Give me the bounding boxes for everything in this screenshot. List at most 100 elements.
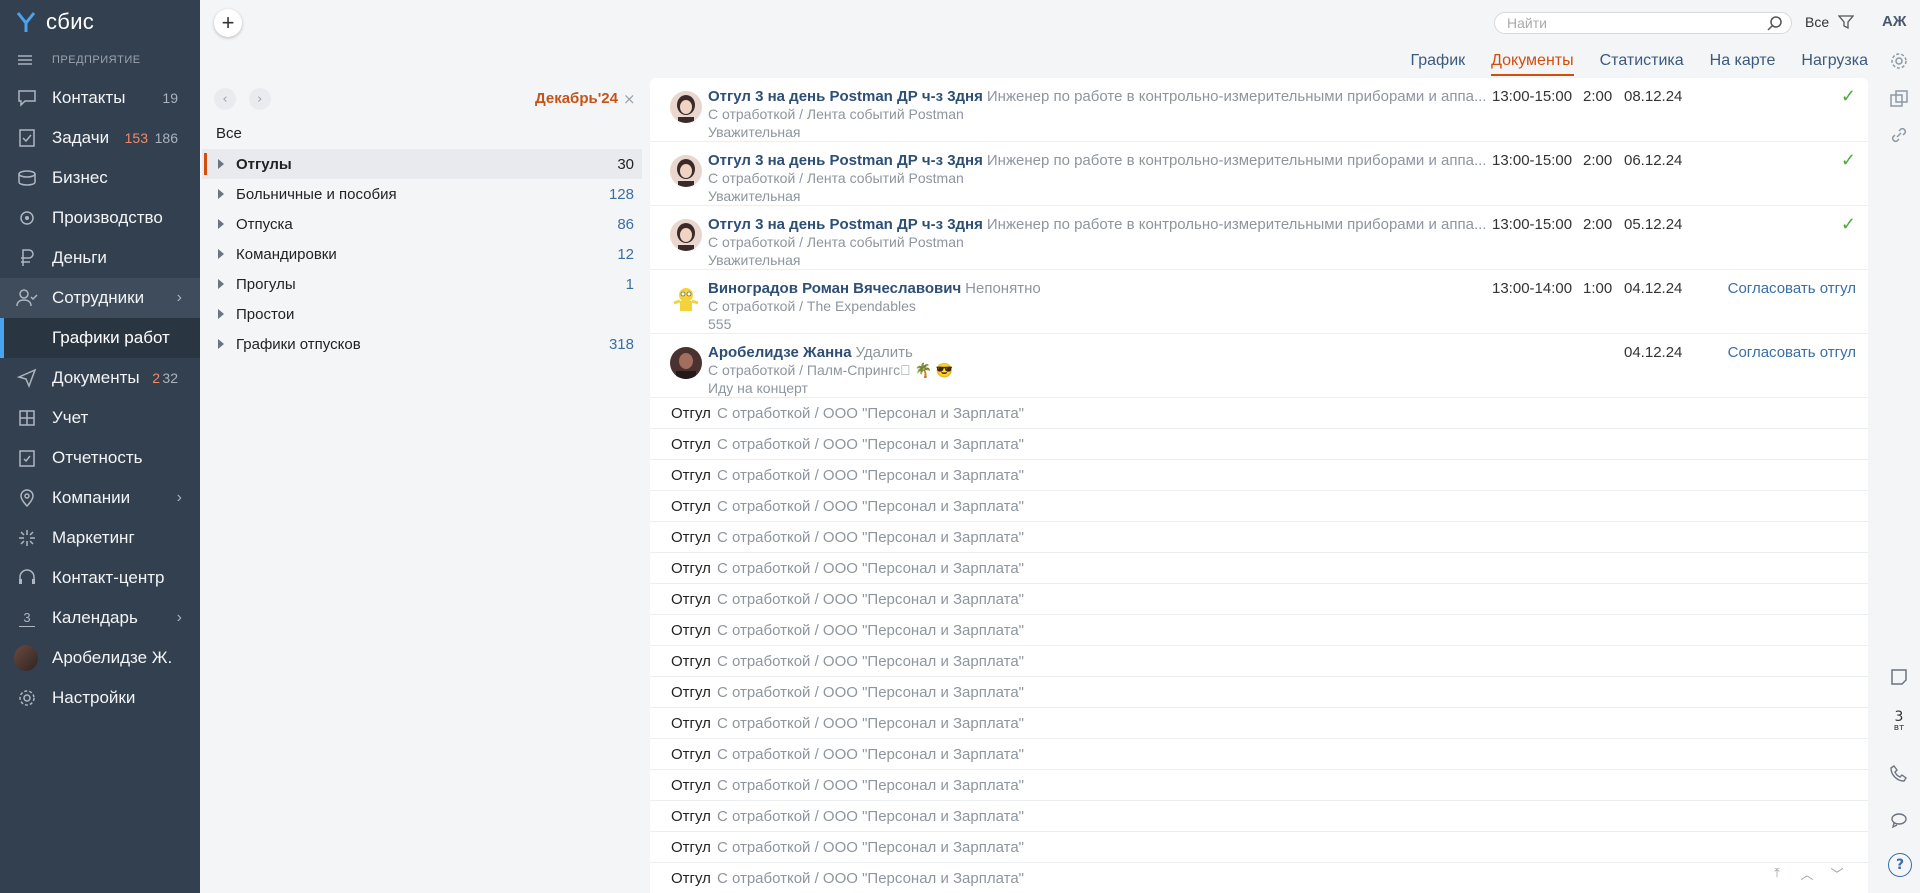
expand-icon[interactable]: [218, 249, 224, 259]
sidebar-subitem-schedules[interactable]: Графики работ: [0, 318, 200, 358]
item-type: Отгул: [671, 838, 711, 856]
sidebar-item-contacts[interactable]: Контакты 19: [0, 78, 200, 118]
document-row[interactable]: Отгул 3 на день Postman ДР ч-з 3дня Инжен…: [650, 78, 1868, 142]
tab-schedule[interactable]: График: [1410, 52, 1465, 76]
org-switcher[interactable]: ПРЕДПРИЯТИЕ: [18, 52, 141, 68]
sidebar-item-profile[interactable]: Аробелидзе Ж.: [0, 638, 200, 678]
tab-load[interactable]: Нагрузка: [1801, 52, 1868, 76]
tab-map[interactable]: На карте: [1710, 52, 1776, 76]
sidebar-item-calendar[interactable]: 3 Календарь ›: [0, 598, 200, 638]
list-item[interactable]: Отгул С отработкой / ООО "Персонал и Зарп…: [650, 708, 1868, 739]
search-icon[interactable]: [1767, 15, 1783, 31]
document-title-line: Отгул 3 на день Postman ДР ч-з 3дня Инжен…: [708, 88, 1486, 105]
sidebar-item-employees[interactable]: Сотрудники ›: [0, 278, 200, 318]
list-item[interactable]: Отгул С отработкой / ООО "Персонал и Зарп…: [650, 584, 1868, 615]
list-item[interactable]: Отгул С отработкой / ООО "Персонал и Зарп…: [650, 460, 1868, 491]
item-description: С отработкой / ООО "Персонал и Зарплата": [716, 652, 1024, 670]
group-item[interactable]: Прогулы 1: [202, 269, 642, 299]
logo[interactable]: сбис: [16, 9, 94, 34]
item-type: Отгул: [671, 621, 711, 639]
sidebar-item-reports[interactable]: Отчетность: [0, 438, 200, 478]
sidebar-item-label: Задачи: [52, 128, 110, 147]
note-icon[interactable]: [1888, 666, 1910, 688]
group-count: 30: [617, 155, 634, 173]
list-item[interactable]: Отгул С отработкой / ООО "Персонал и Зарп…: [650, 832, 1868, 863]
expand-icon[interactable]: [218, 189, 224, 199]
calendar-day-icon[interactable]: 3 вт: [1888, 710, 1910, 734]
list-item[interactable]: Отгул С отработкой / ООО "Персонал и Зарп…: [650, 739, 1868, 770]
filter-all-item[interactable]: Все: [216, 125, 242, 142]
next-period-button[interactable]: ›: [248, 88, 271, 110]
list-item[interactable]: Отгул С отработкой / ООО "Персонал и Зарп…: [650, 491, 1868, 522]
approve-leave-link[interactable]: Согласовать отгул: [1728, 280, 1856, 297]
gear-icon[interactable]: [1888, 50, 1910, 72]
filter-icon[interactable]: [1838, 14, 1854, 30]
document-row[interactable]: Отгул 3 на день Postman ДР ч-з 3дня Инжен…: [650, 142, 1868, 206]
tab-statistics[interactable]: Статистика: [1600, 52, 1684, 76]
approve-leave-link[interactable]: Согласовать отгул: [1728, 344, 1856, 361]
document-row[interactable]: Аробелидзе Жанна Удалить С отработкой / П…: [650, 334, 1868, 398]
sidebar-item-accounting[interactable]: Учет: [0, 398, 200, 438]
filter-label[interactable]: Все: [1805, 14, 1829, 30]
group-item[interactable]: Больничные и пособия 128: [202, 179, 642, 209]
group-item[interactable]: Простои: [202, 299, 642, 329]
employees-icon: [16, 287, 38, 309]
sidebar-item-label: Производство: [52, 208, 163, 227]
sidebar-item-business[interactable]: Бизнес: [0, 158, 200, 198]
expand-icon[interactable]: [218, 339, 224, 349]
expand-icon[interactable]: [218, 309, 224, 319]
close-icon[interactable]: ×: [623, 90, 636, 108]
count-badge: 186: [154, 130, 178, 146]
list-item[interactable]: Отгул С отработкой / ООО "Персонал и Зарп…: [650, 429, 1868, 460]
scroll-up-button[interactable]: ︿: [1792, 862, 1822, 884]
help-icon[interactable]: ?: [1888, 853, 1912, 877]
list-item[interactable]: Отгул С отработкой / ООО "Персонал и Зарп…: [650, 863, 1868, 893]
scroll-top-button[interactable]: ⤒: [1762, 862, 1792, 884]
expand-icon[interactable]: [218, 279, 224, 289]
sidebar-item-contact-center[interactable]: Контакт-центр: [0, 558, 200, 598]
tab-documents[interactable]: Документы: [1491, 52, 1574, 76]
sidebar-item-tasks[interactable]: Задачи 153 186: [0, 118, 200, 158]
expand-icon[interactable]: [218, 219, 224, 229]
chat-icon[interactable]: [1888, 809, 1910, 831]
link-icon[interactable]: [1888, 124, 1910, 146]
user-initials[interactable]: АЖ: [1882, 13, 1906, 30]
sidebar-item-money[interactable]: Деньги: [0, 238, 200, 278]
scroll-down-button[interactable]: ﹀: [1822, 862, 1852, 884]
menu-icon[interactable]: [18, 55, 32, 65]
sidebar-item-documents[interactable]: Документы 2 32: [0, 358, 200, 398]
sidebar-item-production[interactable]: Производство: [0, 198, 200, 238]
item-type: Отгул: [671, 404, 711, 422]
group-item[interactable]: Отпуска 86: [202, 209, 642, 239]
list-item[interactable]: Отгул С отработкой / ООО "Персонал и Зарп…: [650, 770, 1868, 801]
check-icon: ✓: [1840, 214, 1856, 234]
document-row[interactable]: Виноградов Роман Вячеславович Непонятно С…: [650, 270, 1868, 334]
group-item[interactable]: Отгулы 30: [202, 149, 642, 179]
group-item[interactable]: Командировки 12: [202, 239, 642, 269]
group-label: Больничные и пособия: [236, 185, 397, 203]
sidebar-item-marketing[interactable]: Маркетинг: [0, 518, 200, 558]
copy-icon[interactable]: [1888, 88, 1910, 110]
document-title: Виноградов Роман Вячеславович: [708, 280, 962, 297]
list-item[interactable]: Отгул С отработкой / ООО "Персонал и Зарп…: [650, 522, 1868, 553]
expand-icon[interactable]: [218, 159, 224, 169]
sidebar-item-label: Отчетность: [52, 448, 143, 467]
search-input[interactable]: [1507, 15, 1757, 31]
list-item[interactable]: Отгул С отработкой / ООО "Персонал и Зарп…: [650, 677, 1868, 708]
sidebar-item-companies[interactable]: Компании ›: [0, 478, 200, 518]
add-button[interactable]: +: [214, 9, 242, 37]
period-selector[interactable]: Декабрь'24: [535, 90, 618, 107]
list-item[interactable]: Отгул С отработкой / ООО "Персонал и Зарп…: [650, 646, 1868, 677]
list-item[interactable]: Отгул С отработкой / ООО "Персонал и Зарп…: [650, 398, 1868, 429]
phone-icon[interactable]: [1888, 762, 1910, 784]
calendar-weekday: вт: [1893, 723, 1905, 733]
prev-period-button[interactable]: ‹: [214, 88, 236, 110]
list-item[interactable]: Отгул С отработкой / ООО "Персонал и Зарп…: [650, 801, 1868, 832]
sidebar-item-label: Сотрудники: [52, 288, 145, 307]
document-row[interactable]: Отгул 3 на день Postman ДР ч-з 3дня Инжен…: [650, 206, 1868, 270]
group-item[interactable]: Графики отпусков 318: [202, 329, 642, 359]
document-title: Отгул 3 на день Postman ДР ч-з 3дня: [708, 216, 983, 233]
list-item[interactable]: Отгул С отработкой / ООО "Персонал и Зарп…: [650, 553, 1868, 584]
list-item[interactable]: Отгул С отработкой / ООО "Персонал и Зарп…: [650, 615, 1868, 646]
sidebar-item-settings[interactable]: Настройки: [0, 678, 200, 718]
